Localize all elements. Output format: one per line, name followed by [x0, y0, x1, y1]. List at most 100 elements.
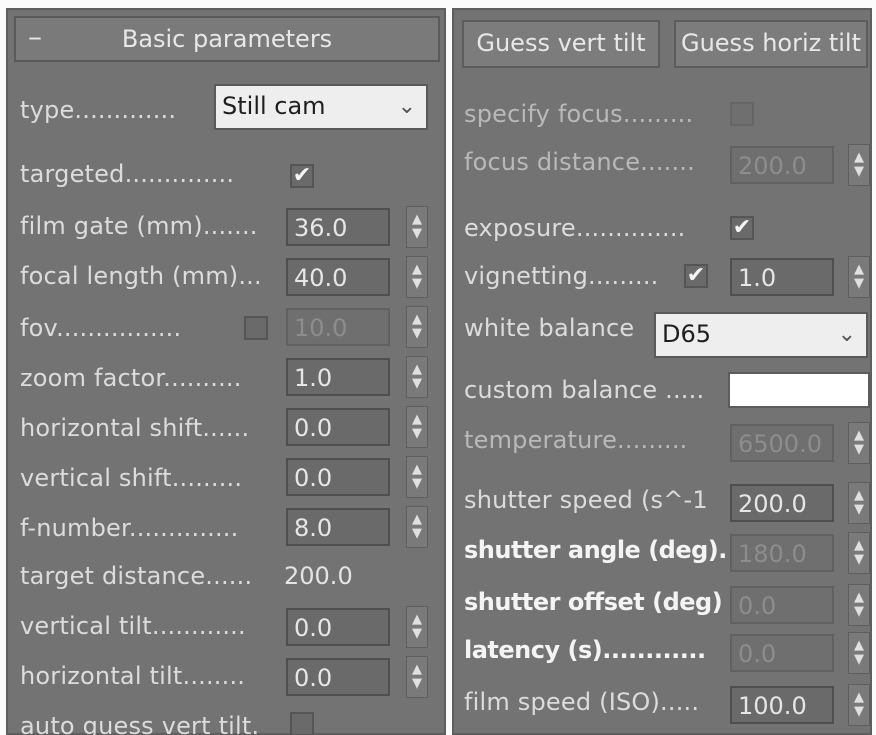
- type-dropdown-value: Still cam: [222, 92, 326, 120]
- shutter-offset-field[interactable]: 0.0: [730, 586, 834, 624]
- target-distance-value: 200.0: [284, 562, 353, 590]
- latency-label: latency (s)............: [464, 636, 706, 664]
- horizontal-tilt-label: horizontal tilt........: [20, 662, 246, 690]
- shutter-angle-field[interactable]: 180.0: [730, 534, 834, 572]
- white-balance-label: white balance: [464, 314, 635, 342]
- spinner-arrows-icon[interactable]: ▲ ▼: [848, 144, 870, 186]
- spinner-arrows-icon[interactable]: ▲ ▼: [848, 256, 870, 298]
- vertical-tilt-field[interactable]: 0.0: [286, 608, 390, 646]
- temperature-field[interactable]: 6500.0: [730, 424, 834, 462]
- focus-distance-field[interactable]: 200.0: [730, 146, 834, 184]
- white-balance-dropdown-value: D65: [662, 320, 712, 348]
- exposure-row: exposure..............: [464, 206, 686, 250]
- shutter-angle-label: shutter angle (deg).: [464, 536, 727, 564]
- type-dropdown[interactable]: Still cam ⌄: [214, 84, 428, 130]
- spinner-arrows-icon[interactable]: ▲ ▼: [406, 456, 428, 498]
- basic-parameters-rollout-header[interactable]: – Basic parameters: [14, 16, 440, 62]
- film-speed-row: film speed (ISO).....: [464, 680, 699, 724]
- collapse-icon[interactable]: –: [28, 20, 42, 53]
- shutter-offset-label: shutter offset (deg): [464, 588, 723, 616]
- spinner-arrows-icon[interactable]: ▲ ▼: [848, 422, 870, 464]
- fov-label: fov................: [20, 314, 182, 342]
- spinner-arrows-icon[interactable]: ▲ ▼: [406, 406, 428, 448]
- spinner-arrows-icon[interactable]: ▲ ▼: [848, 532, 870, 574]
- f-number-label: f-number..............: [20, 514, 239, 542]
- targeted-checkbox[interactable]: ✔: [290, 164, 314, 188]
- f-number-field[interactable]: 8.0: [286, 508, 390, 546]
- custom-balance-color-swatch[interactable]: [728, 372, 870, 408]
- spinner-arrows-icon[interactable]: ▲ ▼: [406, 606, 428, 648]
- check-icon: ✔: [732, 215, 752, 240]
- spinner-arrows-icon[interactable]: ▲ ▼: [848, 584, 870, 626]
- focus-distance-label: focus distance.......: [464, 148, 695, 176]
- zoom-factor-field[interactable]: 1.0: [286, 358, 390, 396]
- focus-distance-row: focus distance.......: [464, 140, 695, 184]
- specify-focus-row: specify focus.........: [464, 92, 693, 136]
- chevron-down-icon: ⌄: [397, 94, 416, 119]
- shutter-speed-field[interactable]: 200.0: [730, 484, 834, 522]
- auto-guess-label: auto guess vert tilt.: [20, 712, 260, 735]
- film-gate-label: film gate (mm).......: [20, 212, 258, 240]
- vertical-tilt-row: vertical tilt............: [20, 604, 246, 648]
- shutter-speed-row: shutter speed (s^-1: [464, 478, 708, 522]
- target-distance-row: target distance......: [20, 554, 252, 598]
- focal-length-label: focal length (mm)...: [20, 262, 262, 290]
- spinner-arrows-icon[interactable]: ▲ ▼: [406, 206, 428, 248]
- check-icon: ✔: [686, 263, 706, 288]
- check-icon: ✔: [292, 163, 312, 188]
- zoom-factor-row: zoom factor..........: [20, 356, 242, 400]
- shutter-speed-label: shutter speed (s^-1: [464, 486, 708, 514]
- fov-field[interactable]: 10.0: [286, 308, 390, 346]
- shutter-offset-row: shutter offset (deg): [464, 580, 723, 624]
- horizontal-tilt-row: horizontal tilt........: [20, 654, 245, 698]
- rollout-title: Basic parameters: [121, 25, 333, 53]
- horizontal-shift-label: horizontal shift......: [20, 414, 250, 442]
- custom-balance-label: custom balance .....: [464, 376, 705, 404]
- vertical-tilt-label: vertical tilt............: [20, 612, 246, 640]
- specify-focus-label: specify focus.........: [464, 100, 694, 128]
- spinner-arrows-icon[interactable]: ▲ ▼: [848, 482, 870, 524]
- exposure-checkbox[interactable]: ✔: [730, 216, 754, 240]
- basic-parameters-panel: – Basic parameters type............. Sti…: [6, 8, 446, 735]
- vignetting-checkbox[interactable]: ✔: [684, 264, 708, 288]
- targeted-row: targeted..............: [20, 152, 234, 196]
- guess-horiz-tilt-button[interactable]: Guess horiz tilt: [674, 20, 868, 68]
- latency-row: latency (s)............: [464, 628, 706, 672]
- vignetting-field[interactable]: 1.0: [730, 258, 834, 296]
- shutter-angle-row: shutter angle (deg).: [464, 528, 727, 572]
- type-row: type.............: [20, 88, 176, 132]
- spinner-arrows-icon[interactable]: ▲ ▼: [848, 684, 870, 726]
- film-gate-field[interactable]: 36.0: [286, 208, 390, 246]
- spinner-arrows-icon[interactable]: ▲ ▼: [406, 356, 428, 398]
- horizontal-tilt-field[interactable]: 0.0: [286, 658, 390, 696]
- horizontal-shift-row: horizontal shift......: [20, 406, 249, 450]
- spinner-arrows-icon[interactable]: ▲ ▼: [406, 656, 428, 698]
- film-speed-label: film speed (ISO).....: [464, 688, 700, 716]
- fov-checkbox[interactable]: [244, 316, 268, 340]
- spinner-arrows-icon[interactable]: ▲ ▼: [848, 632, 870, 674]
- fov-row: fov................: [20, 306, 181, 350]
- target-distance-label: target distance......: [20, 562, 253, 590]
- zoom-factor-label: zoom factor..........: [20, 364, 242, 392]
- guess-vert-tilt-button[interactable]: Guess vert tilt: [462, 20, 660, 68]
- focal-length-field[interactable]: 40.0: [286, 258, 390, 296]
- auto-guess-checkbox[interactable]: [290, 712, 314, 735]
- vignetting-row: vignetting.........: [464, 254, 658, 298]
- specify-focus-checkbox[interactable]: [730, 102, 754, 126]
- horizontal-shift-field[interactable]: 0.0: [286, 408, 390, 446]
- latency-field[interactable]: 0.0: [730, 634, 834, 672]
- vertical-shift-row: vertical shift.........: [20, 456, 242, 500]
- targeted-label: targeted..............: [20, 160, 235, 188]
- temperature-label: temperature.........: [464, 426, 688, 454]
- custom-balance-row: custom balance .....: [464, 368, 704, 412]
- spinner-arrows-icon[interactable]: ▲ ▼: [406, 256, 428, 298]
- vertical-shift-field[interactable]: 0.0: [286, 458, 390, 496]
- chevron-down-icon: ⌄: [837, 322, 856, 347]
- spinner-arrows-icon[interactable]: ▲ ▼: [406, 306, 428, 348]
- camera-options-panel: Guess vert tilt Guess horiz tilt specify…: [452, 8, 872, 735]
- film-speed-field[interactable]: 100.0: [730, 686, 834, 724]
- f-number-row: f-number..............: [20, 506, 238, 550]
- spinner-arrows-icon[interactable]: ▲ ▼: [406, 506, 428, 548]
- white-balance-dropdown[interactable]: D65 ⌄: [654, 312, 868, 358]
- focal-length-row: focal length (mm)...: [20, 254, 262, 298]
